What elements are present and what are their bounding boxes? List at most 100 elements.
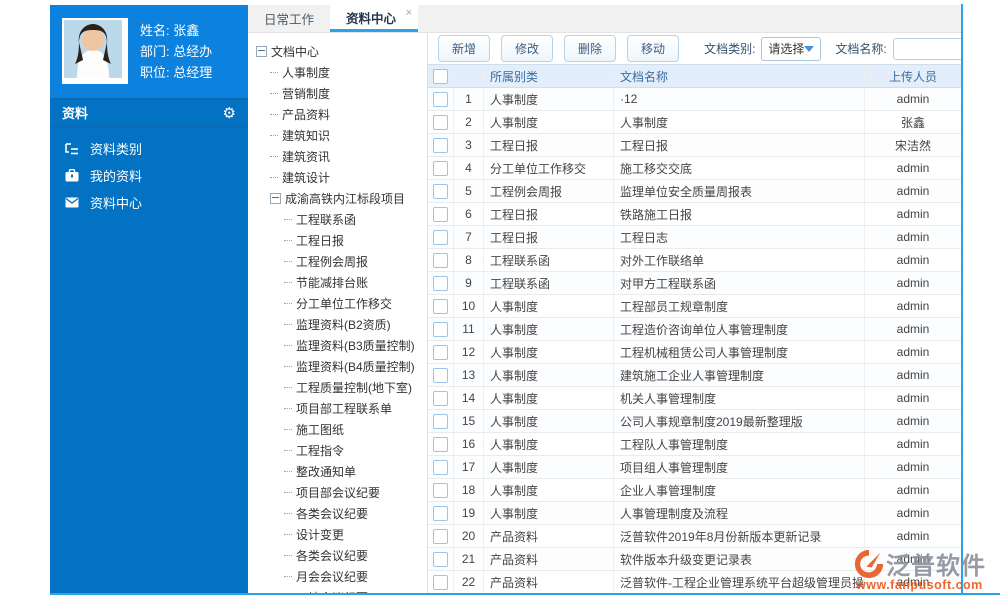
row-checkbox[interactable] <box>433 367 448 383</box>
tree-item[interactable]: 项目部工程联系单 <box>256 398 427 419</box>
tree-item[interactable]: 工程质量控制(地下室) <box>256 377 427 398</box>
tree-item[interactable]: 施工图纸 <box>256 419 427 440</box>
table-row[interactable]: 9 工程联系函 对甲方工程联系函 admin <box>428 272 961 295</box>
tree-item[interactable]: 建筑设计 <box>256 167 427 188</box>
tree-item[interactable]: 人事制度 <box>256 62 427 83</box>
table-row[interactable]: 7 工程日报 工程日志 admin <box>428 226 961 249</box>
tree-item[interactable]: 监理资料(B3质量控制) <box>256 335 427 356</box>
table-row[interactable]: 15 人事制度 公司人事规章制度2019最新整理版 admin <box>428 410 961 433</box>
doc-type-select[interactable]: 请选择 <box>761 36 822 61</box>
tree-item[interactable]: 月会会议纪要 <box>256 566 427 587</box>
table-row[interactable]: 3 工程日报 工程日报 宋洁然 <box>428 134 961 157</box>
table-row[interactable]: 4 分工单位工作移交 施工移交交底 admin <box>428 157 961 180</box>
row-checkbox[interactable] <box>433 252 448 268</box>
tree-project-node[interactable]: 成渝高铁内江标段项目 <box>256 188 427 209</box>
tree-item[interactable]: 工程联系函 <box>256 209 427 230</box>
sidebar-item-my-data[interactable]: 我的资料 <box>50 162 248 189</box>
table-row[interactable]: 18 人事制度 企业人事管理制度 admin <box>428 479 961 502</box>
close-icon[interactable]: × <box>406 7 412 19</box>
table-row[interactable]: 14 人事制度 机关人事管理制度 admin <box>428 387 961 410</box>
table-row[interactable]: 8 工程联系函 对外工作联络单 admin <box>428 249 961 272</box>
row-checkbox[interactable] <box>433 551 448 567</box>
tree-item[interactable]: 项目部会议纪要 <box>256 482 427 503</box>
tree-item[interactable]: 整改通知单 <box>256 461 427 482</box>
row-checkbox[interactable] <box>433 137 448 153</box>
tree-item[interactable]: 监理资料(B2资质) <box>256 314 427 335</box>
profile-dept: 部门: 总经办 <box>140 43 213 59</box>
profile-name: 姓名: 张鑫 <box>140 22 200 38</box>
tab-daily-work[interactable]: 日常工作 <box>248 5 330 32</box>
tree-item[interactable]: 营销制度 <box>256 83 427 104</box>
row-checkbox[interactable] <box>433 413 448 429</box>
tab-label: 资料中心 <box>346 11 397 26</box>
envelope-icon <box>64 196 80 210</box>
row-checkbox[interactable] <box>433 482 448 498</box>
tree-item-label: 施工图纸 <box>296 423 345 437</box>
row-checkbox[interactable] <box>433 206 448 222</box>
collapse-icon[interactable] <box>270 193 281 204</box>
tree-item[interactable]: 产品资料 <box>256 104 427 125</box>
tree-item[interactable]: 各类会议纪要 <box>256 545 427 566</box>
row-checkbox[interactable] <box>433 229 448 245</box>
tree-item[interactable]: 监理资料(B4质量控制) <box>256 356 427 377</box>
table-row[interactable]: 2 人事制度 人事制度 张鑫 <box>428 111 961 134</box>
row-checkbox[interactable] <box>433 528 448 544</box>
tree-connector <box>284 429 292 430</box>
cell-document-name: 工程机械租赁公司人事管理制度 <box>614 341 865 363</box>
move-button[interactable]: 移动 <box>627 35 680 62</box>
select-all-checkbox[interactable] <box>433 68 448 84</box>
row-checkbox[interactable] <box>433 390 448 406</box>
row-checkbox[interactable] <box>433 160 448 176</box>
tree-item[interactable]: 分工单位工作移交 <box>256 293 427 314</box>
sidebar-item-category[interactable]: 资料类别 <box>50 135 248 162</box>
cell-uploader: admin <box>896 506 930 520</box>
row-checkbox[interactable] <box>433 344 448 360</box>
row-checkbox[interactable] <box>433 183 448 199</box>
doc-name-input[interactable] <box>892 37 961 60</box>
tree-root[interactable]: 文档中心 <box>256 41 427 62</box>
table-row[interactable]: 17 人事制度 项目组人事管理制度 admin <box>428 456 961 479</box>
add-button[interactable]: 新增 <box>438 35 491 62</box>
tree-item[interactable]: 节能减排台账 <box>256 272 427 293</box>
collapse-icon[interactable] <box>256 46 267 57</box>
table-row[interactable]: 12 人事制度 工程机械租赁公司人事管理制度 admin <box>428 341 961 364</box>
table-row[interactable]: 1 人事制度 ·12 admin <box>428 88 961 111</box>
cell-uploader: admin <box>896 437 930 451</box>
user-profile: 姓名: 张鑫 部门: 总经办 职位: 总经理 <box>50 5 248 99</box>
row-checkbox[interactable] <box>433 91 448 107</box>
tree-connector <box>284 387 292 388</box>
table-row[interactable]: 5 工程例会周报 监理单位安全质量周报表 admin <box>428 180 961 203</box>
tree-item[interactable]: 工程例会周报 <box>256 251 427 272</box>
tree-item[interactable]: 建筑资讯 <box>256 146 427 167</box>
tree-connector <box>284 345 292 346</box>
tree-item[interactable]: 工程指令 <box>256 440 427 461</box>
tab-bar: 日常工作 资料中心 × <box>248 5 961 33</box>
table-row[interactable]: 16 人事制度 工程队人事管理制度 admin <box>428 433 961 456</box>
row-checkbox[interactable] <box>433 298 448 314</box>
row-checkbox[interactable] <box>433 459 448 475</box>
sidebar-item-data-center[interactable]: 资料中心 <box>50 189 248 216</box>
row-checkbox[interactable] <box>433 436 448 452</box>
tree-item[interactable]: 建筑知识 <box>256 125 427 146</box>
table-row[interactable]: 13 人事制度 建筑施工企业人事管理制度 admin <box>428 364 961 387</box>
tab-data-center[interactable]: 资料中心 × <box>330 5 419 32</box>
tree-item[interactable]: 工程日报 <box>256 230 427 251</box>
table-row[interactable]: 6 工程日报 铁路施工日报 admin <box>428 203 961 226</box>
tree-item-label: 监理资料(B3质量控制) <box>296 339 415 353</box>
tree-connector <box>284 471 292 472</box>
table-row[interactable]: 20 产品资料 泛普软件2019年8月份新版本更新记录 admin <box>428 525 961 548</box>
tree-item[interactable]: 各类会议纪要 <box>256 503 427 524</box>
table-row[interactable]: 19 人事制度 人事管理制度及流程 admin <box>428 502 961 525</box>
row-checkbox[interactable] <box>433 114 448 130</box>
gear-icon[interactable]: ⚙ <box>223 104 236 122</box>
row-checkbox[interactable] <box>433 321 448 337</box>
row-checkbox[interactable] <box>433 275 448 291</box>
edit-button[interactable]: 修改 <box>501 35 554 62</box>
table-row[interactable]: 11 人事制度 工程造价咨询单位人事管理制度 admin <box>428 318 961 341</box>
tree-item-label: 节能减排台账 <box>296 276 369 290</box>
delete-button[interactable]: 删除 <box>564 35 617 62</box>
tree-item[interactable]: 设计变更 <box>256 524 427 545</box>
table-row[interactable]: 10 人事制度 工程部员工规章制度 admin <box>428 295 961 318</box>
row-checkbox[interactable] <box>433 505 448 521</box>
row-checkbox[interactable] <box>433 574 448 590</box>
